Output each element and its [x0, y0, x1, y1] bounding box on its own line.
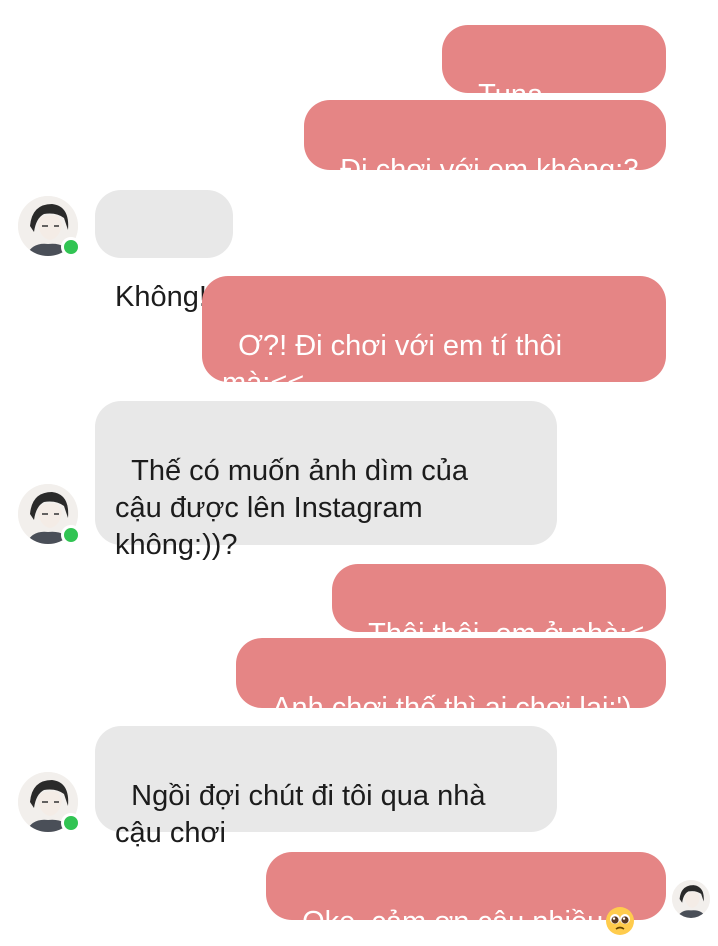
- seen-avatar: [672, 880, 710, 918]
- message-text: Không!: [115, 281, 207, 313]
- message-text: Đi chơi với em không:3: [340, 154, 640, 186]
- contact-avatar[interactable]: [18, 484, 81, 545]
- message-outgoing-6[interactable]: Oke, cảm ơn cậu nhiều: [266, 852, 666, 938]
- message-outgoing-1[interactable]: Tuna tuna:33: [442, 25, 666, 148]
- online-dot-icon: [61, 813, 81, 833]
- contact-avatar[interactable]: [18, 196, 81, 257]
- message-text: Ơ?! Đi chơi với em tí thôi mà:<<: [222, 330, 563, 399]
- message-text: Anh chơi thế thì ai chơi lại:'): [272, 692, 632, 724]
- message-incoming-1[interactable]: Không!: [95, 190, 233, 313]
- contact-avatar[interactable]: [18, 772, 81, 833]
- message-text: Thế có muốn ảnh dìm của cậu được lên Ins…: [115, 455, 469, 561]
- message-outgoing-4[interactable]: Thôi thôi, em ở nhà:<: [332, 564, 666, 650]
- online-dot-icon: [61, 237, 81, 257]
- message-outgoing-2[interactable]: Đi chơi với em không:3: [304, 100, 666, 186]
- seen-avatar-icon: [672, 880, 710, 918]
- pleading-face-emoji: [605, 906, 635, 936]
- message-text: Oke, cảm ơn cậu nhiều: [302, 906, 604, 938]
- message-outgoing-3[interactable]: Ơ?! Đi chơi với em tí thôi mà:<<: [202, 276, 666, 399]
- message-outgoing-5[interactable]: Anh chơi thế thì ai chơi lại:'): [236, 638, 666, 724]
- message-incoming-2[interactable]: Thế có muốn ảnh dìm của cậu được lên Ins…: [95, 401, 557, 561]
- online-dot-icon: [61, 525, 81, 545]
- message-incoming-3[interactable]: Ngồi đợi chút đi tôi qua nhà cậu chơi: [95, 726, 557, 849]
- message-text: Ngồi đợi chút đi tôi qua nhà cậu chơi: [115, 780, 486, 849]
